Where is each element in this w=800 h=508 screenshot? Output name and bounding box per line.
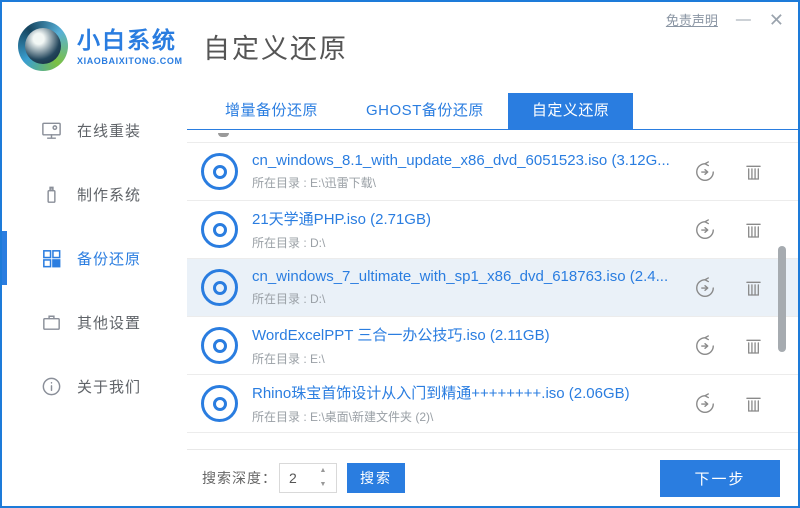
trash-icon[interactable]	[743, 277, 764, 299]
iso-title: cn_windows_7_ultimate_with_sp1_x86_dvd_6…	[252, 268, 669, 285]
briefcase-icon	[40, 311, 63, 334]
main-area: 在线重装 制作系统 备份还原 其他设置 关于我们 增量备份还原 GHOST备份还…	[2, 90, 798, 506]
iso-title: WordExcelPPT 三合一办公技巧.iso (2.11GB)	[252, 327, 550, 344]
iso-directory: 所在目录 : E:\桌面\新建文件夹 (2)\	[252, 410, 434, 424]
sidebar: 在线重装 制作系统 备份还原 其他设置 关于我们	[2, 90, 187, 506]
tab-ghost-backup-restore[interactable]: GHOST备份还原	[342, 93, 508, 129]
row-actions	[694, 160, 764, 183]
search-depth-stepper: ▲ ▼	[279, 463, 337, 493]
list-item-text: WordExcelPPT 三合一办公技巧.iso (2.11GB) 所在目录 :…	[252, 324, 694, 367]
usb-drive-icon	[40, 183, 63, 206]
search-depth-label: 搜索深度：	[202, 470, 277, 486]
disc-icon	[201, 211, 238, 248]
partial-disc-icon	[218, 133, 229, 137]
trash-icon[interactable]	[743, 335, 764, 357]
disc-icon	[201, 327, 238, 364]
trash-icon[interactable]	[743, 393, 764, 415]
header: 小白系统 XIAOBAIXITONG.COM 自定义还原 免责声明 — ✕	[2, 2, 798, 90]
info-icon	[40, 375, 63, 398]
list-item-text: cn_windows_8.1_with_update_x86_dvd_60515…	[252, 152, 694, 191]
logo-globe-icon	[18, 21, 68, 71]
disc-icon	[201, 385, 238, 422]
iso-title: 21天学通PHP.iso (2.71GB)	[252, 211, 431, 228]
trash-icon[interactable]	[743, 161, 764, 183]
list-item[interactable]: 21天学通PHP.iso (2.71GB) 所在目录 : D:\	[187, 201, 798, 259]
iso-title: Rhino珠宝首饰设计从入门到精通++++++++.iso (2.06GB)	[252, 385, 630, 402]
iso-list: cn_windows_8.1_with_update_x86_dvd_60515…	[187, 130, 798, 449]
logo-text: 小白系统 XIAOBAIXITONG.COM	[77, 27, 183, 66]
sidebar-item-make-system[interactable]: 制作系统	[2, 162, 187, 226]
sidebar-item-about-us[interactable]: 关于我们	[2, 354, 187, 418]
search-button[interactable]: 搜索	[347, 463, 405, 493]
sidebar-item-label: 备份还原	[77, 250, 142, 268]
app-logo: 小白系统 XIAOBAIXITONG.COM	[18, 21, 188, 71]
list-item-text: 21天学通PHP.iso (2.71GB) 所在目录 : D:\	[252, 208, 694, 251]
grid-icon	[40, 247, 63, 270]
disc-icon	[201, 269, 238, 306]
logo-subtitle: XIAOBAIXITONG.COM	[77, 55, 183, 66]
stepper-up-icon[interactable]: ▲	[312, 464, 334, 478]
sidebar-item-other-settings[interactable]: 其他设置	[2, 290, 187, 354]
iso-directory: 所在目录 : D:\	[252, 292, 326, 306]
scrollbar-thumb[interactable]	[778, 246, 786, 352]
stepper-arrows: ▲ ▼	[312, 464, 334, 492]
partial-scrolled-item	[187, 130, 798, 143]
list-item-text: cn_windows_7_ultimate_with_sp1_x86_dvd_6…	[252, 268, 694, 307]
minimize-icon[interactable]: —	[736, 12, 751, 27]
restore-icon[interactable]	[694, 392, 716, 415]
tab-bar: 增量备份还原 GHOST备份还原 自定义还原	[187, 90, 798, 130]
active-indicator	[2, 231, 7, 285]
iso-directory: 所在目录 : E:\迅雷下载\	[252, 176, 377, 190]
list-item[interactable]: cn_windows_8.1_with_update_x86_dvd_60515…	[187, 143, 798, 201]
sidebar-item-label: 关于我们	[77, 378, 142, 396]
restore-icon[interactable]	[694, 334, 716, 357]
list-item[interactable]: WordExcelPPT 三合一办公技巧.iso (2.11GB) 所在目录 :…	[187, 317, 798, 375]
disclaimer-link[interactable]: 免责声明	[666, 10, 718, 29]
iso-directory: 所在目录 : E:\	[252, 352, 325, 366]
next-step-button[interactable]: 下一步	[660, 459, 780, 497]
tab-custom-restore[interactable]: 自定义还原	[507, 93, 634, 129]
row-actions	[694, 392, 764, 415]
iso-title: cn_windows_8.1_with_update_x86_dvd_60515…	[252, 152, 670, 169]
list-item-selected[interactable]: cn_windows_7_ultimate_with_sp1_x86_dvd_6…	[187, 259, 798, 317]
sidebar-item-online-reinstall[interactable]: 在线重装	[2, 98, 187, 162]
restore-icon[interactable]	[694, 276, 716, 299]
sidebar-item-label: 其他设置	[77, 314, 142, 332]
stepper-down-icon[interactable]: ▼	[312, 478, 334, 492]
sidebar-item-label: 在线重装	[77, 122, 142, 140]
monitor-icon	[40, 119, 63, 142]
footer-bar: 搜索深度： ▲ ▼ 搜索 下一步	[187, 449, 798, 506]
page-title: 自定义还原	[203, 33, 348, 64]
sidebar-item-backup-restore[interactable]: 备份还原	[2, 226, 187, 290]
restore-icon[interactable]	[694, 218, 716, 241]
content-area: 增量备份还原 GHOST备份还原 自定义还原 cn_windows_8.1_wi…	[187, 90, 798, 506]
search-depth-input[interactable]	[280, 464, 312, 492]
window-controls: 免责声明 — ✕	[666, 10, 784, 29]
trash-icon[interactable]	[743, 219, 764, 241]
iso-directory: 所在目录 : D:\	[252, 236, 326, 250]
sidebar-item-label: 制作系统	[77, 186, 142, 204]
restore-icon[interactable]	[694, 160, 716, 183]
row-actions	[694, 276, 764, 299]
app-window: 小白系统 XIAOBAIXITONG.COM 自定义还原 免责声明 — ✕ 在线…	[0, 0, 800, 508]
row-actions	[694, 334, 764, 357]
list-item-text: Rhino珠宝首饰设计从入门到精通++++++++.iso (2.06GB) 所…	[252, 382, 694, 425]
close-icon[interactable]: ✕	[769, 11, 784, 29]
tab-incremental-backup-restore[interactable]: 增量备份还原	[201, 93, 342, 129]
row-actions	[694, 218, 764, 241]
logo-title: 小白系统	[77, 26, 177, 53]
list-item[interactable]: Rhino珠宝首饰设计从入门到精通++++++++.iso (2.06GB) 所…	[187, 375, 798, 433]
disc-icon	[201, 153, 238, 190]
